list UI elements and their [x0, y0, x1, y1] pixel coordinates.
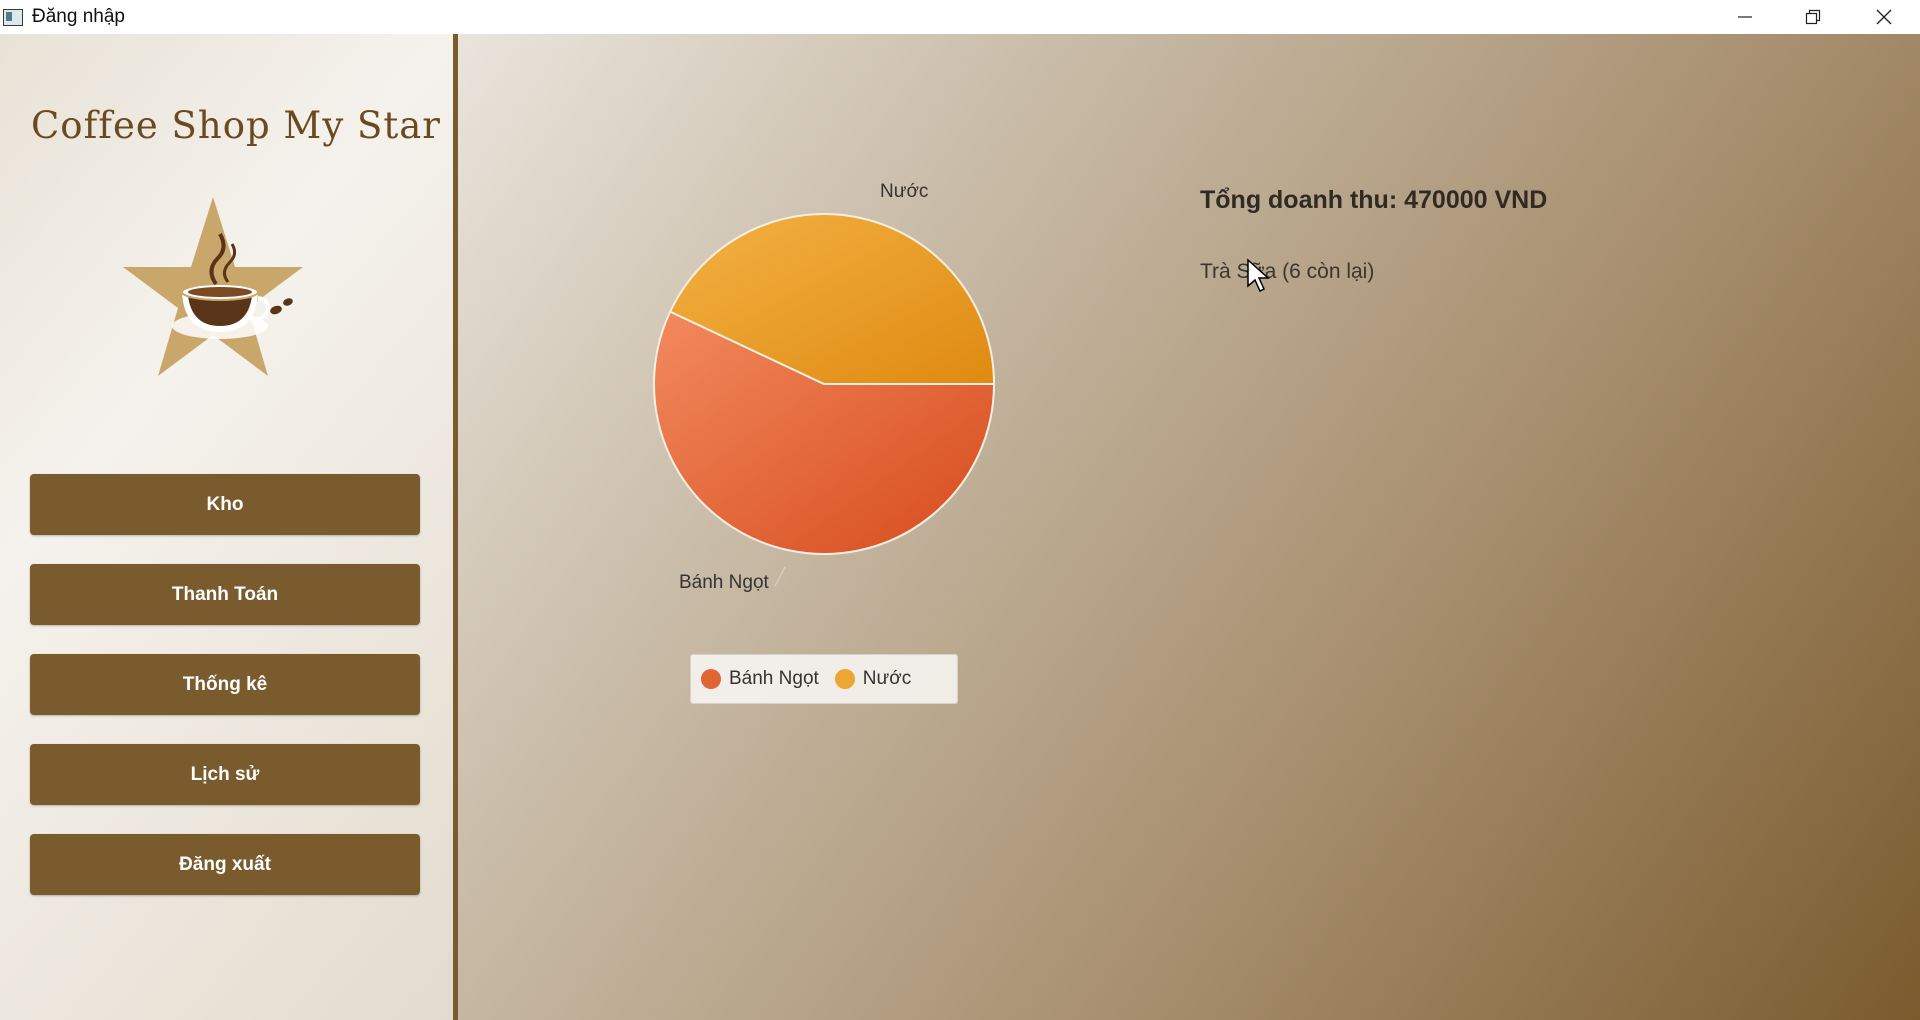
- low-stock-item: Trà Sữa (6 còn lại): [1200, 260, 1375, 283]
- label-leader-line: [774, 566, 786, 587]
- sidebar: Coffee Shop My Star Kho Thanh Toán Thống…: [0, 34, 453, 1020]
- mouse-cursor-icon: [1247, 258, 1270, 293]
- close-button[interactable]: [1849, 0, 1919, 34]
- lich-su-button[interactable]: Lịch sử: [30, 744, 420, 805]
- window-titlebar: Đăng nhập: [0, 0, 1920, 34]
- shop-title: Coffee Shop My Star: [31, 104, 441, 147]
- app-icon: [3, 9, 23, 26]
- window-title: Đăng nhập: [32, 6, 125, 27]
- pie-chart: Bánh Ngọt Nước: [653, 181, 996, 593]
- restore-icon: [1805, 9, 1821, 25]
- chart-legend: Bánh Ngọt Nước: [690, 654, 958, 704]
- app-content: Coffee Shop My Star Kho Thanh Toán Thống…: [0, 34, 1920, 1020]
- kho-button[interactable]: Kho: [30, 474, 420, 535]
- restore-button[interactable]: [1778, 0, 1848, 34]
- legend-swatch-nuoc: [834, 669, 855, 689]
- legend-item-banh-ngot: Bánh Ngọt: [701, 668, 819, 690]
- legend-label: Bánh Ngọt: [729, 668, 819, 689]
- close-icon: [1876, 9, 1892, 25]
- thanh-toan-button[interactable]: Thanh Toán: [30, 564, 420, 625]
- legend-swatch-banh-ngot: [701, 669, 721, 689]
- statistics-panel: Bánh Ngọt Nước Bánh Ngọt Nước Tổng doanh…: [458, 34, 1920, 1020]
- legend-item-nuoc: Nước: [834, 668, 912, 690]
- total-revenue: Tổng doanh thu: 470000 VND: [1200, 186, 1548, 214]
- pie-label-nuoc: Nước: [880, 181, 928, 202]
- legend-label: Nước: [862, 668, 912, 689]
- coffee-star-logo-icon: [123, 197, 303, 376]
- dang-xuat-button[interactable]: Đăng xuất: [30, 834, 420, 895]
- pie-label-banh-ngot: Bánh Ngọt: [679, 572, 770, 593]
- thong-ke-button[interactable]: Thống kê: [30, 654, 420, 715]
- minimize-icon: [1738, 16, 1752, 18]
- minimize-button[interactable]: [1710, 0, 1780, 34]
